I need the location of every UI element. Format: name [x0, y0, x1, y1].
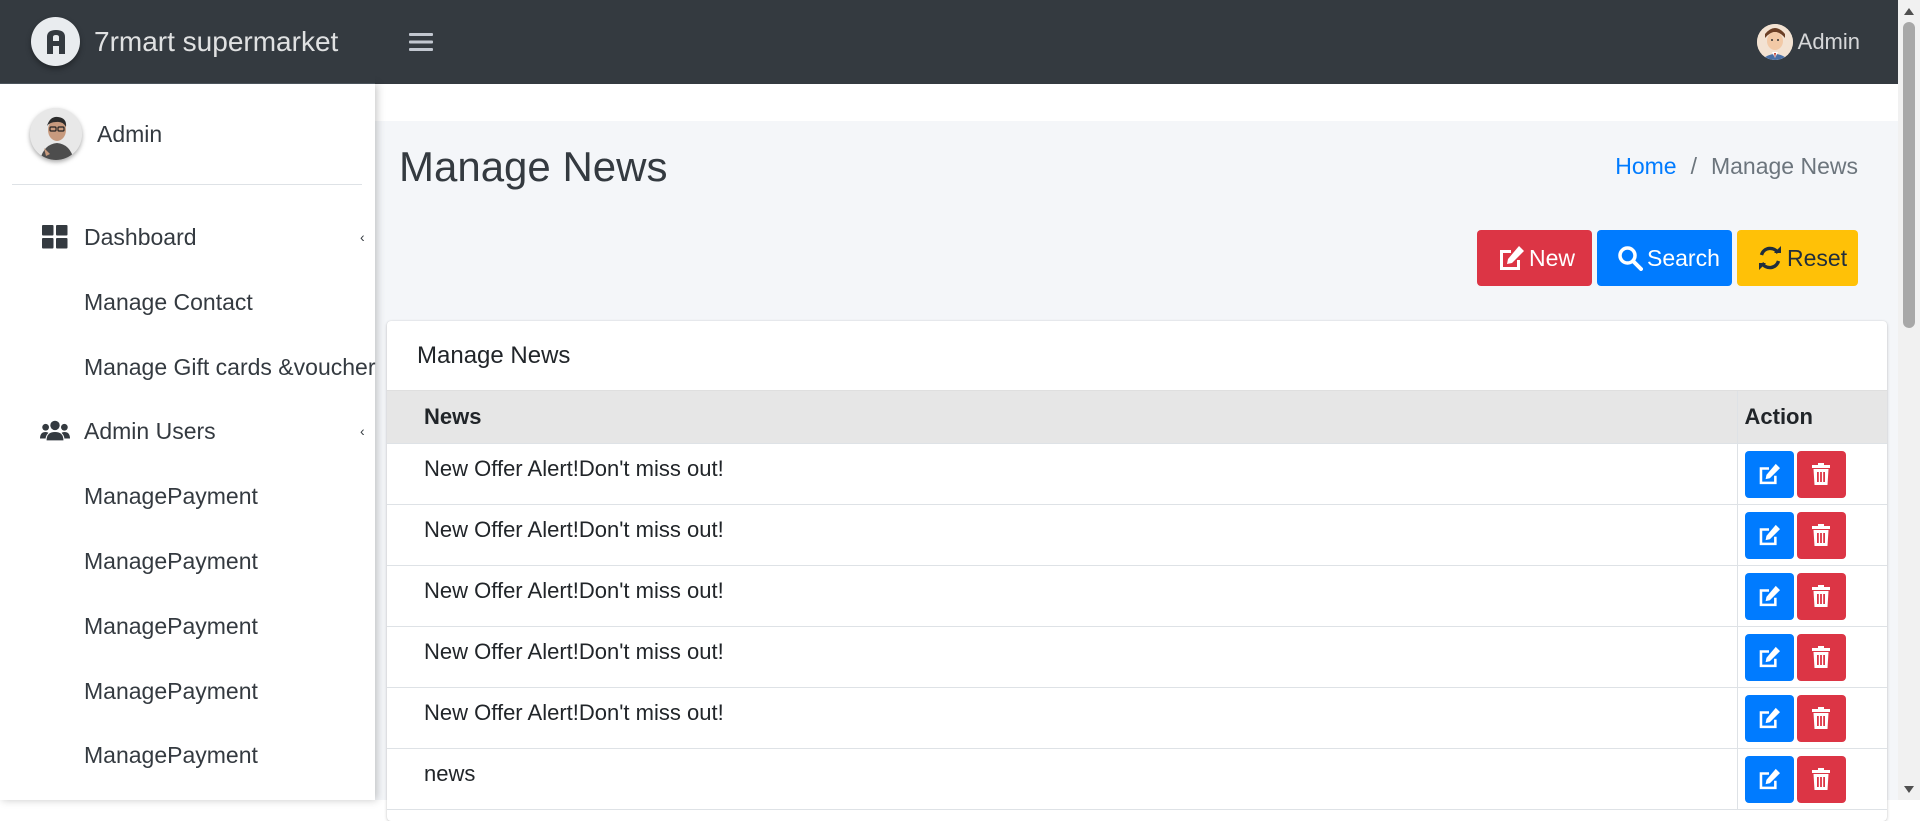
action-buttons: New Search Reset [1472, 230, 1858, 286]
breadcrumb-home-link[interactable]: Home [1615, 153, 1676, 180]
reset-button[interactable]: Reset [1737, 230, 1858, 286]
sidebar-item-label: Dashboard [84, 223, 197, 250]
sidebar-item-label: ManagePayment [84, 741, 258, 768]
trash-icon [1812, 585, 1830, 607]
delete-button[interactable] [1796, 633, 1846, 681]
top-user-avatar [1756, 24, 1793, 60]
avatar [30, 108, 82, 160]
users-icon [40, 418, 70, 444]
bars-icon[interactable] [408, 26, 434, 58]
new-button-label: New [1529, 244, 1576, 271]
table-row: New Offer Alert!Don't miss out! [387, 504, 1887, 566]
angle-left-icon: ‹ [360, 423, 365, 439]
trash-icon [1812, 524, 1830, 546]
edit-button[interactable] [1744, 450, 1794, 498]
sidebar-item-label: Manage Gift cards &voucher [84, 353, 376, 380]
edit-button[interactable] [1744, 511, 1794, 559]
sidebar-item-manage-gift-cards[interactable]: Manage Gift cards &voucher [0, 339, 375, 395]
sidebar-item-manage-payment[interactable]: ManagePayment [0, 468, 375, 524]
column-header-action: Action [1736, 391, 1887, 444]
edit-icon [1759, 646, 1780, 668]
edit-icon [1497, 244, 1525, 272]
sidebar-item-label: Admin Users [84, 417, 216, 444]
table-row: New Offer Alert!Don't miss out! [387, 687, 1887, 749]
scroll-up-icon[interactable] [1898, 2, 1920, 20]
breadcrumb-separator: / [1690, 153, 1697, 179]
delete-button[interactable] [1796, 572, 1846, 620]
sidebar-user-panel[interactable]: Admin [12, 84, 362, 185]
action-cell [1736, 626, 1887, 688]
top-user-name: Admin [1797, 29, 1860, 54]
action-cell [1736, 565, 1887, 627]
edit-button[interactable] [1744, 572, 1794, 620]
th-large-icon [40, 224, 70, 250]
table-row: New Offer Alert!Don't miss out! [387, 626, 1887, 688]
sidebar-item-label: Manage Contact [84, 288, 253, 315]
reset-button-label: Reset [1787, 244, 1848, 271]
table-header-row: News Action [387, 391, 1887, 444]
search-button-label: Search [1647, 244, 1720, 271]
sidebar-user-name: Admin [97, 120, 163, 147]
action-cell [1736, 443, 1887, 505]
sidebar-item-manage-payment[interactable]: ManagePayment [0, 598, 375, 654]
sync-icon [1757, 244, 1783, 272]
sidebar-item-admin-users[interactable]: Admin Users ‹ [0, 403, 375, 459]
scrollbar-thumb[interactable] [1903, 22, 1915, 328]
search-button[interactable]: Search [1597, 230, 1732, 286]
trash-icon [1812, 463, 1830, 485]
edit-icon [1759, 585, 1780, 607]
edit-icon [1759, 463, 1780, 485]
news-table: News Action New Offer Alert!Don't miss o… [387, 391, 1887, 810]
delete-button[interactable] [1796, 755, 1846, 803]
news-card: Manage News News Action New Offer Alert!… [387, 321, 1887, 821]
brand-logo-icon [31, 17, 80, 66]
page-title: Manage News [399, 143, 668, 190]
page-scrollbar[interactable] [1898, 0, 1920, 800]
delete-button[interactable] [1796, 694, 1846, 742]
sidebar-item-label: ManagePayment [84, 547, 258, 574]
breadcrumb: Home / Manage News [1615, 153, 1858, 180]
delete-button[interactable] [1796, 511, 1846, 559]
action-cell [1736, 504, 1887, 566]
news-cell: New Offer Alert!Don't miss out! [387, 565, 1737, 627]
card-title: Manage News [387, 321, 1887, 391]
news-cell: New Offer Alert!Don't miss out! [387, 626, 1737, 688]
sidebar: Admin Dashboard ‹ Manage Contact Manage … [0, 84, 375, 800]
sidebar-item-manage-payment[interactable]: ManagePayment [0, 533, 375, 589]
edit-icon [1759, 707, 1780, 729]
news-cell: New Offer Alert!Don't miss out! [387, 504, 1737, 566]
edit-button[interactable] [1744, 755, 1794, 803]
brand-name: 7rmart supermarket [94, 25, 339, 57]
trash-icon [1812, 768, 1830, 790]
sidebar-item-manage-contact[interactable]: Manage Contact [0, 274, 375, 330]
sidebar-item-label: ManagePayment [84, 482, 258, 509]
sidebar-item-dashboard[interactable]: Dashboard ‹ [0, 209, 375, 265]
breadcrumb-current: Manage News [1710, 153, 1858, 179]
action-cell [1736, 687, 1887, 749]
edit-button[interactable] [1744, 633, 1794, 681]
news-cell: New Offer Alert!Don't miss out! [387, 443, 1737, 505]
brand-link[interactable]: 7rmart supermarket [0, 0, 375, 84]
sidebar-item-manage-payment[interactable]: ManagePayment [0, 663, 375, 719]
delete-button[interactable] [1796, 450, 1846, 498]
news-cell: New Offer Alert!Don't miss out! [387, 687, 1737, 749]
content-wrapper: Manage News Home / Manage News New Searc… [375, 121, 1898, 821]
column-header-news: News [387, 391, 1737, 444]
sidebar-item-label: ManagePayment [84, 677, 258, 704]
sidebar-item-manage-payment[interactable]: ManagePayment [0, 727, 375, 783]
angle-left-icon: ‹ [360, 229, 365, 245]
table-row: New Offer Alert!Don't miss out! [387, 443, 1887, 505]
trash-icon [1812, 707, 1830, 729]
sidebar-item-label: ManagePayment [84, 612, 258, 639]
table-row: New Offer Alert!Don't miss out! [387, 565, 1887, 627]
search-icon [1617, 244, 1643, 272]
new-button[interactable]: New [1477, 230, 1592, 286]
edit-button[interactable] [1744, 694, 1794, 742]
edit-icon [1759, 768, 1780, 790]
top-user-menu[interactable]: Admin [1756, 24, 1860, 60]
scroll-down-icon[interactable] [1898, 780, 1920, 798]
trash-icon [1812, 646, 1830, 668]
edit-icon [1759, 524, 1780, 546]
